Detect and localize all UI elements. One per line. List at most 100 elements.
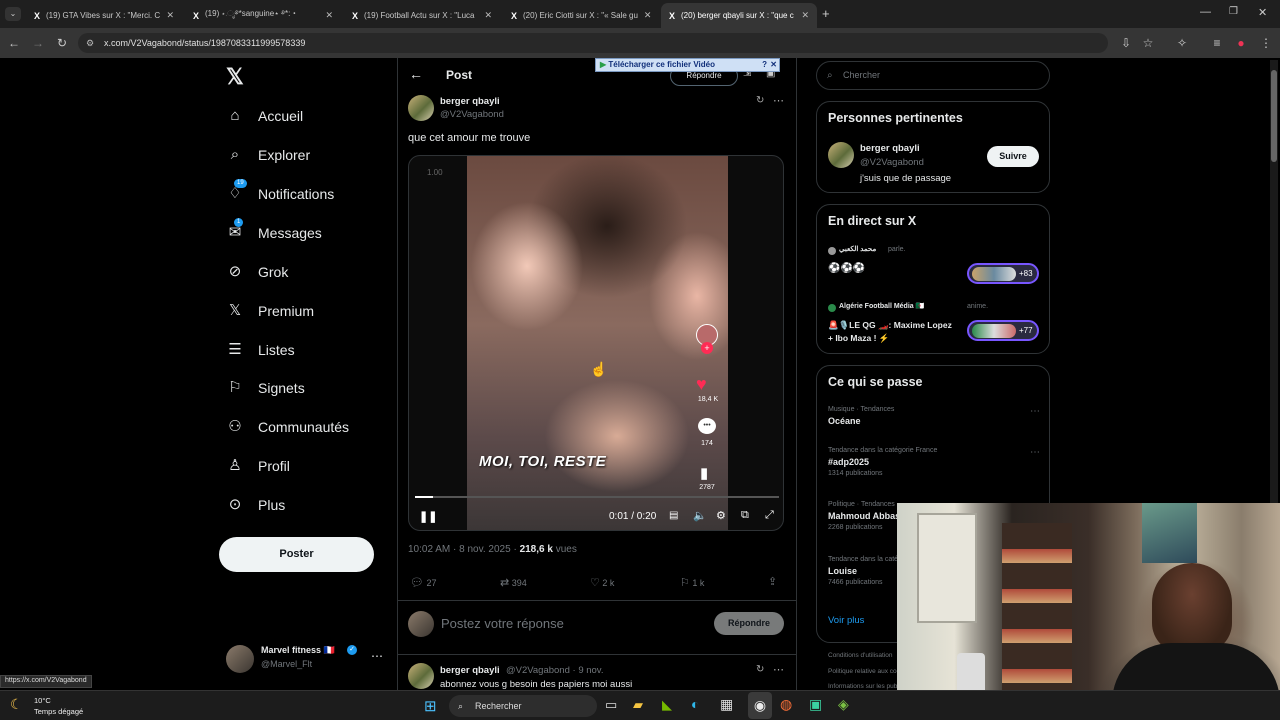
reply-input[interactable]: Postez votre réponse (441, 616, 701, 631)
store-icon[interactable]: ▦ (720, 696, 733, 713)
post-text: que cet amour me trouve (408, 132, 531, 144)
help-icon[interactable]: ? (762, 59, 767, 71)
chrome-icon[interactable]: ◉ (748, 692, 772, 719)
relevant-avatar[interactable] (828, 142, 854, 168)
reply-author-name[interactable]: berger qbayli (440, 665, 500, 676)
like-action[interactable]: ♡ 2 k (590, 576, 614, 589)
browser-tab[interactable]: X (19) Football Actu sur X : "Luca ✕ (344, 3, 500, 28)
reload-icon[interactable]: ↻ (52, 33, 72, 53)
nav-item-premium[interactable]: 𝕏 Premium (226, 302, 314, 320)
firefox-icon[interactable]: ◍ (780, 696, 792, 713)
live-item[interactable]: Algérie Football Média 🇩🇿 anime. 🚨🎙️LE Q… (828, 302, 1040, 347)
share-icon[interactable]: ⇪ (768, 575, 777, 588)
file-explorer-icon[interactable]: ▰ (633, 697, 643, 713)
close-tab-icon[interactable]: ✕ (801, 10, 809, 21)
back-arrow-icon[interactable]: ← (409, 66, 423, 82)
author-avatar[interactable] (408, 95, 434, 121)
site-info-icon[interactable]: ⚙ (86, 33, 94, 53)
repost-action[interactable]: ⇄ 394 (500, 576, 527, 589)
bookmark-star-icon[interactable]: ☆ (1138, 33, 1158, 53)
profile-avatar-icon[interactable]: ● (1231, 33, 1251, 53)
close-tab-icon[interactable]: ✕ (644, 10, 652, 21)
post-more-icon[interactable]: ⋯ (773, 94, 784, 107)
new-tab-button[interactable]: + (822, 6, 830, 21)
obs-icon[interactable]: ▣ (809, 696, 822, 713)
close-tab-icon[interactable]: ✕ (325, 10, 333, 21)
progress-track[interactable] (415, 496, 779, 498)
show-more-link[interactable]: Voir plus (828, 615, 864, 626)
trend-more-icon[interactable]: ⋯ (1030, 447, 1040, 458)
nav-item-plus[interactable]: ⊙ Plus (226, 496, 286, 514)
tab-label: (19) Football Actu sur X : "Luca (364, 11, 475, 20)
bell-icon: ♢ 19 (226, 179, 247, 203)
edge-icon[interactable]: ◐ (691, 696, 699, 712)
x-logo-icon[interactable]: 𝕏 (226, 64, 244, 90)
xbox-icon[interactable]: ◈ (838, 696, 849, 713)
nav-item-grok[interactable]: ⊘ Grok (226, 263, 289, 281)
reply-grok-icon[interactable]: ↻ (756, 664, 764, 675)
author-handle[interactable]: @V2Vagabond (440, 109, 504, 120)
reply-more-icon[interactable]: ⋯ (773, 663, 784, 676)
scrollbar-thumb[interactable] (1271, 70, 1277, 162)
close-tab-icon[interactable]: ✕ (166, 10, 174, 21)
live-host: Algérie Football Média 🇩🇿 (839, 303, 925, 310)
nav-item-signets[interactable]: ⚐ Signets (226, 379, 304, 397)
follow-button[interactable]: Suivre (987, 146, 1039, 167)
back-icon[interactable]: ← (4, 33, 24, 53)
forward-icon[interactable]: → (28, 33, 48, 53)
close-tab-icon[interactable]: ✕ (484, 10, 492, 21)
live-item[interactable]: محمد الكعبي parle. ⚽⚽⚽ +83 (828, 245, 1040, 290)
weather-widget[interactable]: ☾ 10°C Temps dégagé (10, 694, 110, 718)
settings-icon[interactable]: ⚙ (716, 509, 726, 522)
captions-icon[interactable]: ▤ (669, 510, 678, 521)
nav-item-explorer[interactable]: ⌕ Explorer (226, 146, 310, 164)
author-name[interactable]: berger qbayli (440, 96, 500, 107)
relevant-name[interactable]: berger qbayli (860, 143, 920, 154)
extensions-icon[interactable]: ✧ (1172, 33, 1192, 53)
menu-icon[interactable]: ⋮ (1256, 33, 1276, 53)
maximize-button[interactable]: ❐ (1229, 6, 1238, 17)
browser-tab[interactable]: X (20) Eric Ciotti sur X : "« Sale gu ✕ (503, 3, 659, 28)
bookmark-action[interactable]: ⚐ 1 k (680, 576, 704, 589)
nav-item-notifications[interactable]: ♢ 19 Notifications (226, 179, 334, 203)
reply-button[interactable]: Répondre (714, 612, 784, 635)
address-bar[interactable]: ⚙ x.com/V2Vagabond/status/198708331199957… (78, 33, 1108, 53)
post-button[interactable]: Poster (219, 537, 374, 572)
reading-list-icon[interactable]: ≡ (1207, 33, 1227, 53)
nvidia-icon[interactable]: ◣ (662, 697, 672, 713)
nav-item-accueil[interactable]: ⌂ Accueil (226, 107, 303, 125)
nav-item-profil[interactable]: ♙ Profil (226, 457, 290, 475)
search-box[interactable]: ⌕ Chercher (816, 61, 1050, 90)
minimize-button[interactable]: — (1200, 6, 1211, 18)
pip-icon[interactable]: ⧉ (741, 509, 749, 522)
trend-item[interactable]: Tendance dans la catégorie France #adp20… (828, 447, 1040, 477)
trend-item[interactable]: Musique · Tendances Océane ⋯ (828, 406, 1040, 426)
follow-plus-icon: + (701, 342, 713, 354)
tab-list-button[interactable]: ⌄ (5, 7, 21, 21)
install-app-icon[interactable]: ⇩ (1116, 33, 1136, 53)
more-icon[interactable]: ⋯ (371, 649, 383, 663)
close-banner-icon[interactable]: ✕ (770, 59, 777, 71)
reply-author-avatar[interactable] (408, 663, 434, 689)
browser-tab[interactable]: X (19) GTA Vibes sur X : "Merci. C ✕ (26, 3, 182, 28)
browser-tab-active[interactable]: X (20) berger qbayli sur X : "que c ✕ (661, 3, 817, 28)
volume-icon[interactable]: 🔈 (693, 509, 707, 522)
start-button[interactable]: ⊞ (424, 697, 437, 715)
download-video-banner[interactable]: ▶ Télécharger ce fichier Vidéo ? ✕ (595, 58, 780, 72)
close-window-button[interactable]: ✕ (1258, 6, 1267, 19)
relevant-handle: @V2Vagabond (860, 157, 924, 168)
grok-analyze-icon[interactable]: ↻ (756, 95, 764, 106)
nav-item-messages[interactable]: ✉ 1 Messages (226, 218, 322, 242)
fullscreen-icon[interactable]: ⤢ (765, 509, 774, 522)
nav-item-listes[interactable]: ☰ Listes (226, 341, 294, 359)
nav-item-communautes[interactable]: ⚇ Communautés (226, 418, 349, 436)
pause-icon[interactable]: ❚❚ (419, 510, 437, 523)
reply-action[interactable]: 💬︎ 27 (410, 576, 437, 589)
footer-link[interactable]: Conditions d'utilisation (828, 652, 892, 659)
video-player[interactable]: 1.00 MOI, TOI, RESTE + ♥ 18,4 K ••• 174 … (408, 155, 784, 531)
account-switcher[interactable]: Marvel fitness 🇫🇷 ✓ @Marvel_Flt ⋯ (226, 643, 386, 675)
trend-more-icon[interactable]: ⋯ (1030, 406, 1040, 417)
task-view-icon[interactable]: ▭ (605, 697, 617, 713)
taskbar-search[interactable]: ⌕ Rechercher (449, 695, 597, 717)
browser-tab[interactable]: X (19) ⋆.ೃ࿔*sanguine⋆ ࿔*:・ ✕ (185, 3, 341, 28)
